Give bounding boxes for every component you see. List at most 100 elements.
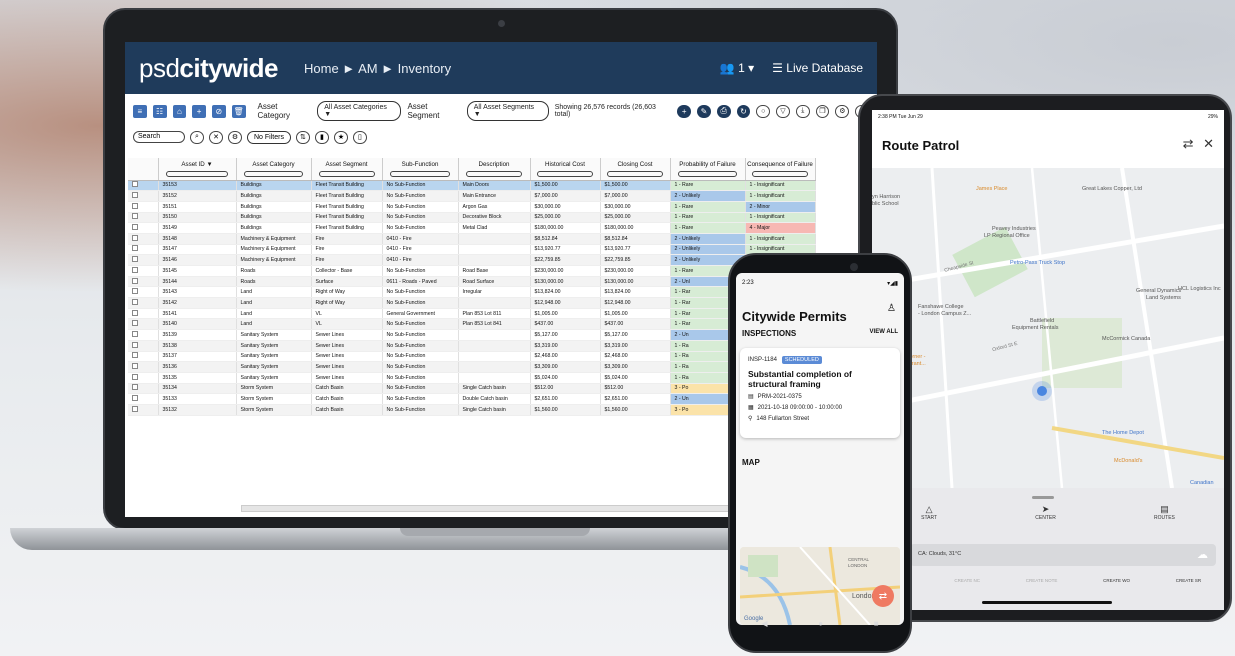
- table-row[interactable]: 35147 Machinery & Equipment Fire 0410 - Fir…: [128, 244, 816, 256]
- table-row[interactable]: 35142 Land Right of Way No Sub-Function $12,…: [128, 297, 816, 309]
- column-filter-input[interactable]: [166, 171, 228, 177]
- row-checkbox[interactable]: [132, 213, 138, 220]
- create-sr-action[interactable]: CREATE SR: [1176, 578, 1201, 583]
- routes-button[interactable]: ▤ ROUTES: [1154, 504, 1175, 521]
- column-header[interactable]: Closing Cost: [600, 158, 671, 181]
- column-filter-input[interactable]: [752, 171, 808, 177]
- column-header[interactable]: Asset Category: [236, 158, 312, 181]
- block-icon[interactable]: ⊘: [212, 104, 226, 118]
- home-indicator[interactable]: [982, 601, 1112, 604]
- grid-view-icon[interactable]: ≡: [133, 104, 147, 118]
- column-filter-input[interactable]: [465, 171, 523, 177]
- row-checkbox[interactable]: [132, 224, 138, 231]
- create-wo-action[interactable]: CREATE WO: [1103, 578, 1130, 583]
- table-row[interactable]: 35132 Storm System Catch Basin No Sub-Funct…: [128, 404, 816, 416]
- row-checkbox[interactable]: [132, 320, 138, 327]
- breadcrumb[interactable]: Home ► AM ► Inventory: [304, 61, 451, 76]
- table-row[interactable]: 35152 Buildings Fleet Transit Building No S…: [128, 190, 816, 202]
- citywide-logo[interactable]: psdcitywide: [139, 53, 279, 84]
- row-checkbox[interactable]: [132, 352, 138, 359]
- circle-icon[interactable]: ○: [756, 104, 771, 118]
- table-row[interactable]: 35133 Storm System Catch Basin No Sub-Funct…: [128, 393, 816, 405]
- table-row[interactable]: 35144 Roads Surface 0611 - Roads - Paved Roa…: [128, 276, 816, 288]
- route-map[interactable]: James Place Great Lakes Copper, Ltd yn H…: [872, 168, 1224, 488]
- search-input[interactable]: Search: [133, 131, 185, 143]
- table-row[interactable]: 35134 Storm System Catch Basin No Sub-Funct…: [128, 383, 816, 395]
- table-row[interactable]: 35138 Sanitary System Sewer Lines No Sub-Fu…: [128, 340, 816, 352]
- row-checkbox[interactable]: [132, 202, 138, 209]
- column-filter-input[interactable]: [318, 171, 375, 177]
- settings-icon[interactable]: ⚙: [835, 104, 850, 118]
- row-checkbox[interactable]: [132, 341, 138, 348]
- start-button[interactable]: △ START: [921, 504, 937, 521]
- user-menu[interactable]: 👥 1 ▾: [720, 61, 754, 75]
- print-icon[interactable]: ⎙: [716, 104, 731, 118]
- table-row[interactable]: 35145 Roads Collector - Base No Sub-Functio…: [128, 265, 816, 277]
- filters-button[interactable]: No Filters: [247, 130, 291, 144]
- row-checkbox[interactable]: [132, 266, 138, 273]
- column-filter-input[interactable]: [677, 171, 738, 177]
- edit-icon[interactable]: ✎: [697, 104, 711, 118]
- table-row[interactable]: 35141 Land VL General Government Plan 853 Lo…: [128, 308, 816, 320]
- row-checkbox[interactable]: [132, 256, 138, 263]
- horizontal-scrollbar[interactable]: [241, 505, 781, 512]
- asset-segment-select[interactable]: All Asset Segments ▼: [466, 101, 549, 121]
- refresh-icon[interactable]: ↻: [736, 104, 751, 118]
- column-header[interactable]: Historical Cost: [530, 158, 601, 181]
- column-filter-input[interactable]: [243, 171, 304, 177]
- table-row[interactable]: 35150 Buildings Fleet Transit Building No S…: [128, 212, 816, 224]
- star-icon[interactable]: ★: [333, 130, 348, 144]
- sort-icon[interactable]: ⇅: [295, 130, 310, 144]
- row-checkbox[interactable]: [132, 245, 138, 252]
- copy-icon[interactable]: ❐: [815, 104, 830, 118]
- row-checkbox[interactable]: [132, 405, 138, 412]
- table-row[interactable]: 35137 Sanitary System Sewer Lines No Sub-Fu…: [128, 351, 816, 363]
- table-row[interactable]: 35136 Sanitary System Sewer Lines No Sub-Fu…: [128, 361, 816, 373]
- profile-icon[interactable]: ♙: [887, 303, 896, 314]
- center-button[interactable]: ➤ CENTER: [1035, 504, 1056, 521]
- table-row[interactable]: 35139 Sanitary System Sewer Lines No Sub-Fu…: [128, 329, 816, 341]
- column-filter-input[interactable]: [537, 171, 593, 177]
- home-icon[interactable]: ●: [818, 619, 823, 628]
- table-row[interactable]: 35149 Buildings Fleet Transit Building No S…: [128, 222, 816, 234]
- row-checkbox[interactable]: [132, 309, 138, 316]
- search-icon[interactable]: ⌕: [190, 130, 204, 144]
- row-checkbox[interactable]: [132, 395, 138, 402]
- row-checkbox[interactable]: [132, 373, 138, 380]
- refresh-fab[interactable]: ⇄: [872, 585, 894, 607]
- gear-icon[interactable]: ⚙: [228, 130, 242, 144]
- recents-icon[interactable]: ■: [874, 619, 879, 628]
- row-checkbox[interactable]: [132, 363, 138, 370]
- back-icon[interactable]: ◀: [761, 619, 767, 628]
- column-header[interactable]: Consequence of Failure: [745, 158, 816, 181]
- column-icon[interactable]: ▯: [352, 130, 367, 144]
- column-filter-input[interactable]: [607, 171, 663, 177]
- table-row[interactable]: 35153 Buildings Fleet Transit Building No S…: [128, 180, 816, 192]
- clear-icon[interactable]: ✕: [209, 130, 223, 144]
- table-row[interactable]: 35135 Sanitary System Sewer Lines No Sub-Fu…: [128, 372, 816, 384]
- database-selector[interactable]: ☰ Live Database: [772, 61, 863, 75]
- list-view-icon[interactable]: ☷: [152, 104, 167, 118]
- column-header[interactable]: Asset ID ▼: [158, 158, 237, 181]
- delete-icon[interactable]: 🗑: [231, 104, 246, 118]
- table-row[interactable]: 35151 Buildings Fleet Transit Building No S…: [128, 201, 816, 213]
- column-header[interactable]: Sub-Function: [382, 158, 459, 181]
- bookmark-icon[interactable]: ▮: [314, 130, 329, 144]
- export-icon[interactable]: ⤓: [795, 104, 810, 118]
- column-header[interactable]: Asset Segment: [311, 158, 383, 181]
- row-checkbox[interactable]: [132, 192, 138, 199]
- asset-category-select[interactable]: All Asset Categories ▼: [317, 101, 402, 121]
- add-icon[interactable]: +: [192, 104, 206, 118]
- add-record-icon[interactable]: +: [677, 104, 692, 118]
- row-checkbox[interactable]: [132, 384, 138, 391]
- row-checkbox[interactable]: [132, 234, 138, 241]
- table-row[interactable]: 35146 Machinery & Equipment Fire 0410 - Fir…: [128, 254, 816, 266]
- create-nc-action[interactable]: CREATE NC: [954, 578, 980, 583]
- row-checkbox[interactable]: [132, 277, 138, 284]
- view-all-link[interactable]: VIEW ALL: [870, 329, 898, 338]
- create-note-action[interactable]: CREATE NOTE: [1026, 578, 1058, 583]
- table-row[interactable]: 35140 Land VL No Sub-Function Plan 853 Lot 8…: [128, 318, 816, 331]
- drag-handle[interactable]: [1032, 496, 1054, 499]
- inspection-card[interactable]: INSP-1184 SCHEDULED Substantial completi…: [740, 348, 900, 438]
- swap-icon[interactable]: ⇄: [1183, 136, 1194, 151]
